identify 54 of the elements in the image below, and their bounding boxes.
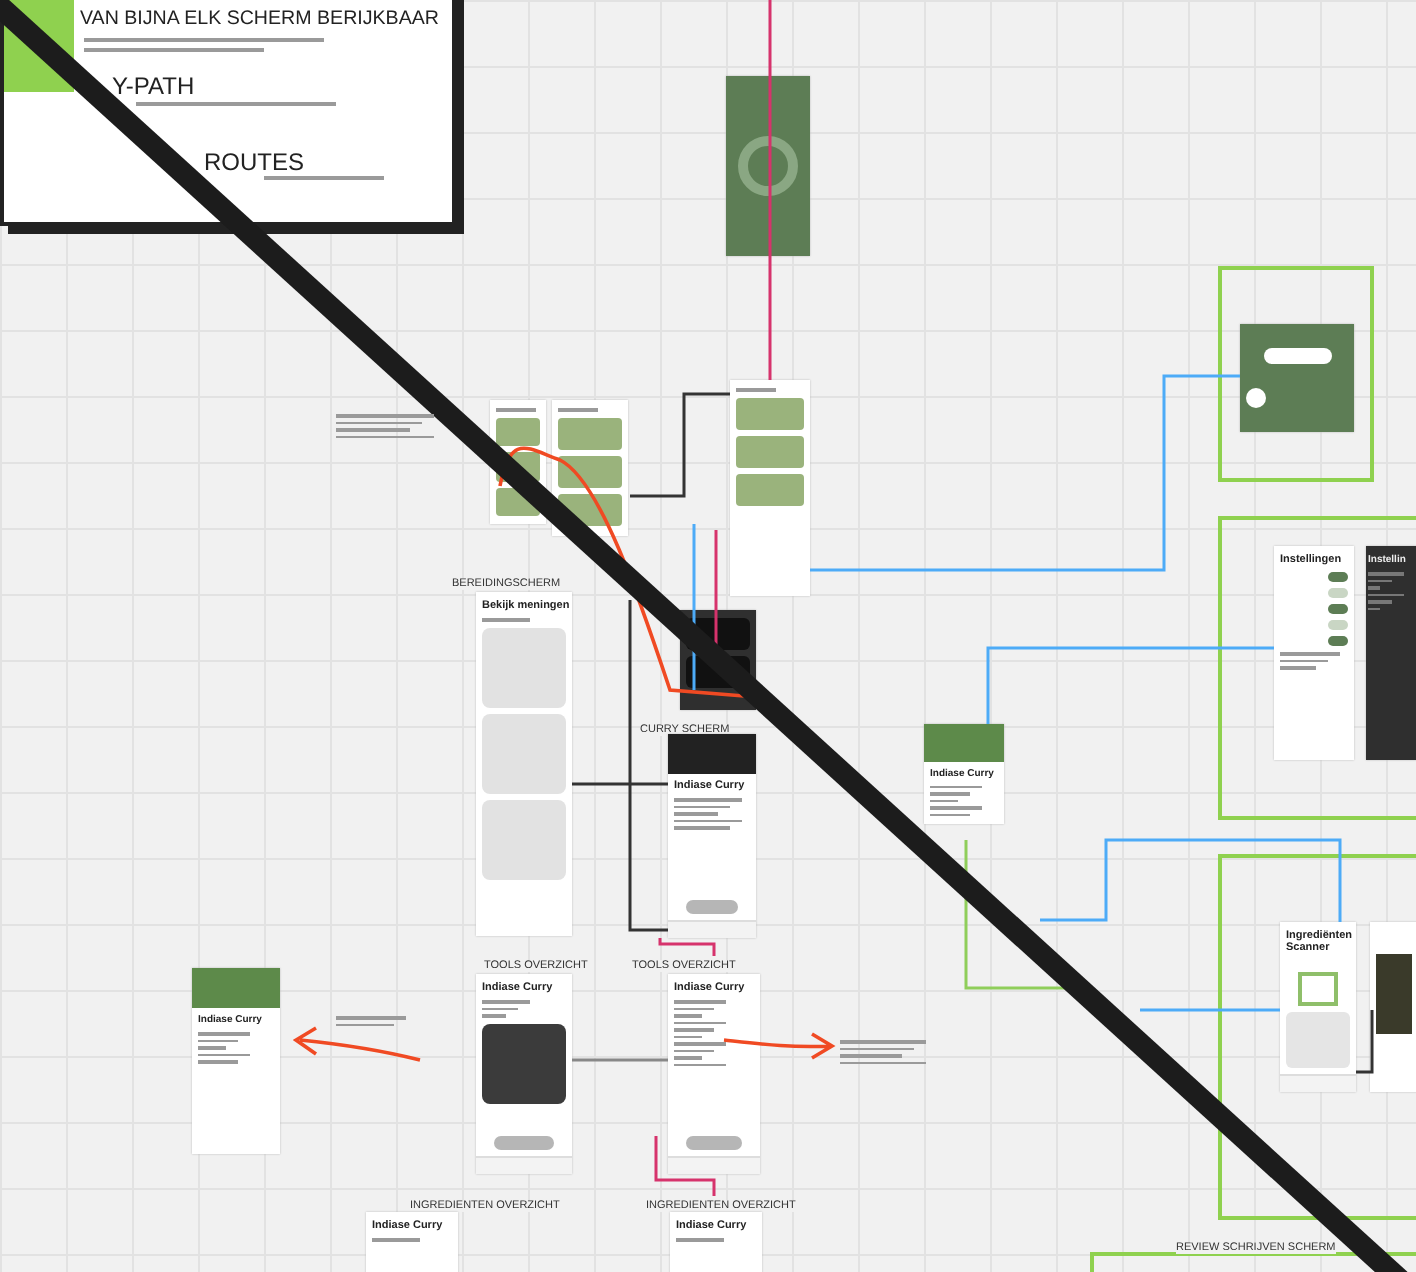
toggle-switch[interactable] xyxy=(1328,572,1348,582)
text-lines-drawing xyxy=(674,1000,726,1066)
photo-placeholder xyxy=(736,397,804,429)
connector-line xyxy=(1356,1010,1374,1074)
photo-placeholder xyxy=(558,417,622,449)
info-card xyxy=(1286,1012,1350,1069)
text-lines-drawing xyxy=(1280,652,1340,669)
text-lines-drawing xyxy=(336,1016,406,1026)
connector-line xyxy=(630,392,730,498)
text-lines-drawing xyxy=(1368,572,1404,610)
hand-drawn-arrow xyxy=(722,1032,834,1060)
logo-drawing xyxy=(738,136,798,196)
text-lines-drawing xyxy=(482,618,530,621)
popup-dialog xyxy=(482,1023,566,1103)
review-card xyxy=(482,627,566,707)
text-lines-drawing xyxy=(676,1238,724,1241)
start-button[interactable] xyxy=(686,900,738,914)
connector-line xyxy=(658,938,716,956)
text-lines-drawing xyxy=(930,785,982,816)
review-card xyxy=(482,713,566,793)
text-lines-drawing xyxy=(264,176,384,180)
toggle-switch[interactable] xyxy=(1328,620,1348,630)
text-lines-drawing xyxy=(558,408,598,411)
header-banner xyxy=(668,734,756,774)
text-lines-drawing xyxy=(674,798,742,829)
connector-line xyxy=(1140,1008,1280,1012)
start-button[interactable] xyxy=(686,1136,742,1150)
photo-placeholder xyxy=(924,724,1004,761)
photo-placeholder xyxy=(558,455,622,487)
text-lines-drawing xyxy=(336,414,434,438)
text-lines-drawing xyxy=(198,1032,250,1063)
review-card xyxy=(482,799,566,879)
connector-line xyxy=(572,1058,668,1062)
panel-heading: VAN BIJNA ELK SCHERM BERIJKBAAR xyxy=(80,8,439,30)
toggle-switch[interactable] xyxy=(1328,636,1348,646)
photo-placeholder xyxy=(192,968,280,1008)
toggle-switch[interactable] xyxy=(1328,604,1348,614)
toggle-switch[interactable] xyxy=(1328,588,1348,598)
photo-placeholder xyxy=(496,417,540,446)
connector-line xyxy=(654,1136,716,1196)
photo-placeholder xyxy=(736,473,804,505)
section-title: Y-PATH xyxy=(112,72,195,100)
section-title: ROUTES xyxy=(204,148,305,176)
text-lines-drawing xyxy=(840,1040,927,1064)
timer-field xyxy=(1263,348,1331,364)
text-lines-drawing xyxy=(736,388,776,391)
text-lines-drawing xyxy=(482,1000,530,1017)
photo-placeholder xyxy=(1376,954,1412,1034)
scan-frame-icon xyxy=(1298,972,1338,1007)
text-lines-drawing xyxy=(496,408,536,411)
text-lines-drawing xyxy=(372,1238,420,1241)
photo-placeholder xyxy=(736,435,804,467)
add-button[interactable] xyxy=(1246,388,1266,408)
start-button[interactable] xyxy=(494,1136,554,1150)
